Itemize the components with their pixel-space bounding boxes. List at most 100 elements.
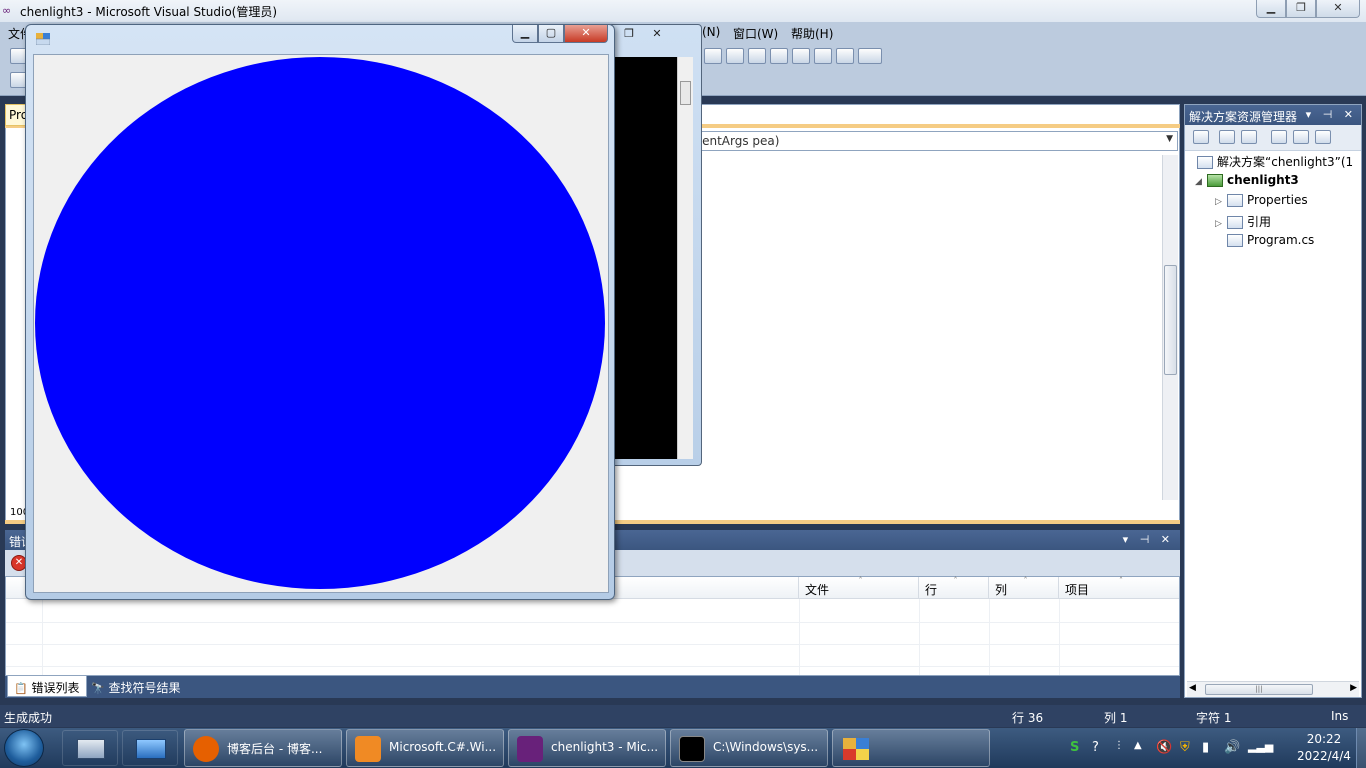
taskbar-task-visual-studio[interactable]: chenlight3 - Mic...: [508, 729, 666, 767]
panel-controls[interactable]: ▾ ⊣ ✕: [1306, 108, 1357, 121]
toolbar-tools-icon[interactable]: [792, 48, 810, 64]
console-close-button[interactable]: ✕: [643, 27, 671, 43]
column-header-project[interactable]: ˄ 项目: [1059, 576, 1179, 599]
row-divider: [6, 622, 1179, 623]
properties-folder-icon: [1227, 194, 1243, 207]
show-all-files-icon[interactable]: [1219, 130, 1235, 144]
editor-vertical-scrollbar[interactable]: [1162, 155, 1178, 500]
view-code-icon[interactable]: [1271, 130, 1287, 144]
console-scroll-thumb[interactable]: [680, 81, 691, 105]
collapse-arrow-icon[interactable]: ▷: [1215, 219, 1227, 229]
form-minimize-button[interactable]: ▁: [512, 25, 538, 43]
tree-project[interactable]: ◢ chenlight3: [1195, 173, 1299, 187]
scroll-right-icon[interactable]: ▶: [1350, 683, 1357, 693]
view-designer-icon[interactable]: [1293, 130, 1309, 144]
security-shield-icon[interactable]: ⛨: [1180, 740, 1190, 755]
col-divider: [799, 599, 800, 675]
firefox-icon: [193, 736, 219, 762]
restore-button[interactable]: ❐: [1286, 0, 1316, 18]
status-insert-mode: Ins: [1331, 709, 1349, 723]
form-app-icon: [843, 738, 869, 760]
panel-controls[interactable]: ▾ ⊣ ✕: [1123, 533, 1174, 546]
row-divider: [6, 644, 1179, 645]
menu-window[interactable]: 窗口(W): [733, 25, 778, 42]
status-bar: 生成成功 行 36 列 1 字符 1 Ins: [0, 705, 1366, 727]
console-restore-button[interactable]: ❐: [615, 27, 643, 43]
console-scrollbar[interactable]: [677, 57, 693, 459]
collapse-arrow-icon[interactable]: ▷: [1215, 197, 1227, 207]
tree-references[interactable]: ▷ 引用: [1215, 213, 1271, 230]
column-header-column[interactable]: ˄ 列: [989, 576, 1059, 599]
taskbar-task-console[interactable]: C:\Windows\sys...: [670, 729, 828, 767]
refresh-icon[interactable]: [1241, 130, 1257, 144]
toolbar-properties-icon[interactable]: [726, 48, 744, 64]
device-icon[interactable]: ▮: [1202, 740, 1209, 755]
toolbar-start-page-icon[interactable]: [814, 48, 832, 64]
window-controls: ▁ ❐ ✕: [1256, 0, 1360, 18]
taskbar-task-form[interactable]: [832, 729, 990, 767]
status-line: 行 36: [1012, 711, 1044, 725]
taskbar-pin-server-manager[interactable]: [62, 730, 118, 766]
editor-scroll-thumb[interactable]: [1164, 265, 1177, 375]
class-diagram-icon[interactable]: [1315, 130, 1331, 144]
solution-icon: [1197, 156, 1213, 169]
menu-help[interactable]: 帮助(H): [791, 25, 833, 42]
taskbar-task-firefox[interactable]: 博客后台 - 博客...: [184, 729, 342, 767]
form-app-icon: [36, 33, 50, 45]
taskbar-pin-desktop[interactable]: [122, 730, 178, 766]
close-button[interactable]: ✕: [1316, 0, 1360, 18]
member-dropdown[interactable]: ventArgs pea) ▼: [690, 131, 1178, 151]
help-icon[interactable]: ?: [1092, 740, 1099, 755]
vs-titlebar: ∞ chenlight3 - Microsoft Visual Studio(管…: [0, 0, 1366, 22]
toolbar-object-browser-icon[interactable]: [748, 48, 766, 64]
tree-properties[interactable]: ▷ Properties: [1215, 193, 1308, 207]
tree-program-cs[interactable]: Program.cs: [1227, 233, 1314, 247]
volume-muted-icon[interactable]: 🔇: [1156, 740, 1172, 755]
sogou-input-icon[interactable]: S: [1070, 740, 1079, 755]
server-manager-icon: [77, 739, 105, 759]
console-icon: [679, 736, 705, 762]
menu-n[interactable]: (N): [702, 25, 720, 39]
start-button[interactable]: [4, 729, 44, 767]
status-char: 字符 1: [1196, 711, 1232, 725]
toolbar-toolbox-icon[interactable]: [770, 48, 788, 64]
toolbar-dropdown-icon[interactable]: [858, 48, 882, 64]
col-divider: [1059, 599, 1060, 675]
taskbar-task-pdf[interactable]: Microsoft.C#.Wi...: [346, 729, 504, 767]
speaker-icon[interactable]: 🔊: [1224, 740, 1240, 755]
references-folder-icon: [1227, 216, 1243, 229]
tree-solution[interactable]: 解决方案“chenlight3”(1: [1197, 153, 1353, 170]
column-header-file[interactable]: ˄ 文件: [799, 576, 919, 599]
form-close-button[interactable]: ✕: [564, 25, 608, 43]
solution-explorer-toolbar: [1185, 125, 1361, 151]
clock-date: 2022/4/4: [1297, 749, 1351, 763]
toolbar-find-icon[interactable]: [704, 48, 722, 64]
network-icon[interactable]: ▂▃▅: [1248, 740, 1273, 753]
form-maximize-button[interactable]: ▢: [538, 25, 564, 43]
column-header-line[interactable]: ˄ 行: [919, 576, 989, 599]
console-window-controls: ❐ ✕: [615, 27, 671, 43]
system-tray: S ? ⋮ ▲ 🔇 ⛨ ▮ 🔊 ▂▃▅: [1062, 728, 1302, 768]
col-divider: [989, 599, 990, 675]
status-message: 生成成功: [4, 711, 53, 725]
visual-studio-icon: ∞: [2, 4, 12, 17]
console-output: [615, 57, 677, 459]
scroll-left-icon[interactable]: ◀: [1189, 683, 1196, 693]
csharp-project-icon: [1207, 174, 1223, 187]
solution-explorer: 解决方案资源管理器 ▾ ⊣ ✕ 解决方案“chenlight3”(1 ◢ chen…: [1184, 104, 1362, 698]
tab-error-list[interactable]: 📋 错误列表: [7, 676, 87, 697]
input-settings-icon[interactable]: ⋮: [1114, 740, 1124, 751]
col-divider: [919, 599, 920, 675]
toolbar-extension-icon[interactable]: [836, 48, 854, 64]
tab-find-symbol-results[interactable]: 🔭 查找符号结果: [85, 676, 187, 697]
expand-arrow-icon[interactable]: ◢: [1195, 177, 1207, 187]
form-window[interactable]: ▁ ▢ ✕: [25, 24, 615, 600]
minimize-button[interactable]: ▁: [1256, 0, 1286, 18]
show-desktop-button[interactable]: [1356, 728, 1366, 768]
se-scroll-thumb[interactable]: |||: [1205, 684, 1313, 695]
form-window-controls: ▁ ▢ ✕: [512, 25, 608, 43]
properties-icon[interactable]: [1193, 130, 1209, 144]
taskbar-clock[interactable]: 20:22 2022/4/4: [1294, 731, 1354, 765]
show-hidden-icons-icon[interactable]: ▲: [1134, 740, 1142, 751]
solution-explorer-hscrollbar[interactable]: ◀ ||| ▶: [1187, 681, 1359, 697]
